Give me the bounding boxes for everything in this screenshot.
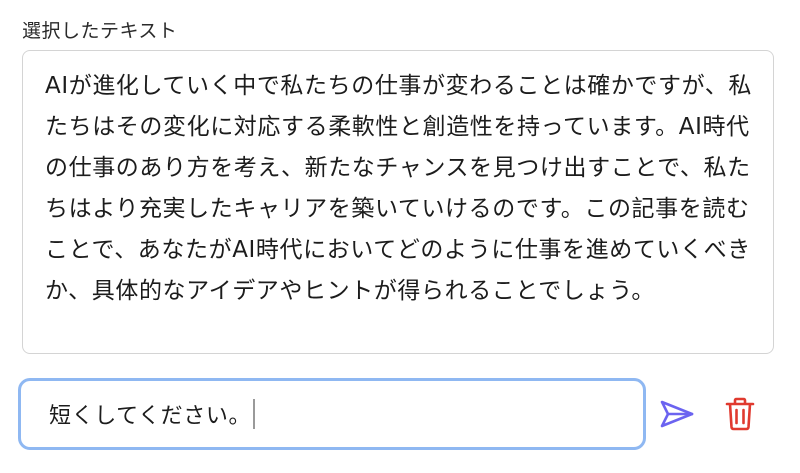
text-caret (253, 399, 255, 429)
selected-text-content: AIが進化していく中で私たちの仕事が変わることは確かですが、私たちはその変化に対… (45, 73, 752, 304)
send-icon (660, 400, 694, 428)
send-button[interactable] (655, 392, 699, 436)
delete-button[interactable] (718, 392, 762, 436)
selected-text-label: 選択したテキスト (22, 20, 178, 42)
prompt-field[interactable]: 短くしてください。 (18, 378, 646, 450)
trash-icon (725, 397, 755, 431)
text-rewrite-panel: 選択したテキスト AIが進化していく中で私たちの仕事が変わることは確かですが、私… (0, 0, 800, 473)
selected-text-box: AIが進化していく中で私たちの仕事が変わることは確かですが、私たちはその変化に対… (22, 50, 774, 354)
prompt-input[interactable]: 短くしてください。 (49, 398, 251, 430)
